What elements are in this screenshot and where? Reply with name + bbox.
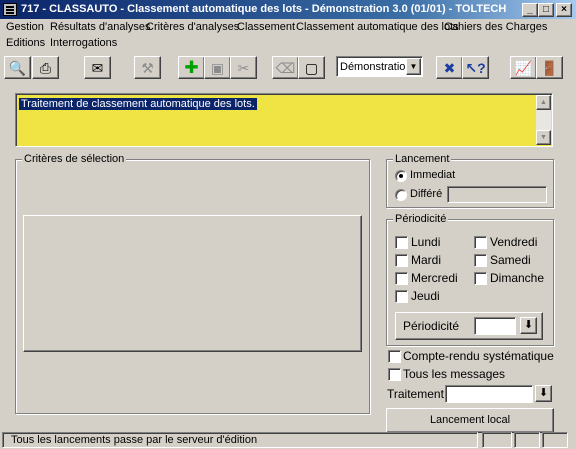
gavel-icon: ⚒ bbox=[141, 60, 154, 76]
periodicity-legend: Périodicité bbox=[393, 212, 449, 226]
deferred-label: Différé bbox=[410, 188, 443, 200]
menu-gestion[interactable]: Gestion bbox=[6, 21, 44, 33]
label-dimanche: Dimanche bbox=[490, 271, 545, 285]
menu-interrogations[interactable]: Interrogations bbox=[50, 37, 117, 49]
envelope-icon: ✉ bbox=[91, 60, 104, 76]
menu-classement-automatique[interactable]: Classement automatique des lots bbox=[296, 21, 459, 33]
site-select-value: Démonstration 3.0 bbox=[340, 61, 408, 73]
criteria-group: Critères de sélection bbox=[15, 152, 370, 414]
label-vendredi: Vendredi bbox=[490, 235, 538, 249]
title-bar: 717 - CLASSAUTO - Classement automatique… bbox=[0, 0, 576, 19]
save-button[interactable]: ▣ bbox=[204, 56, 231, 79]
scissors-icon: ✂ bbox=[237, 60, 250, 76]
status-panel-1 bbox=[482, 432, 512, 448]
exit-button[interactable]: 🚪 bbox=[536, 56, 563, 79]
status-panel-3 bbox=[542, 432, 568, 448]
new-page-icon: ▢ bbox=[304, 60, 319, 76]
deferred-date-field[interactable] bbox=[447, 186, 547, 203]
maximize-button[interactable]: □ bbox=[538, 3, 554, 17]
status-bar: Tous les lancements passe par le serveur… bbox=[0, 431, 576, 449]
description-box[interactable]: Traitement de classement automatique des… bbox=[15, 93, 553, 147]
print-button[interactable]: ⎙ bbox=[32, 56, 59, 79]
graph-icon: 📈 bbox=[514, 60, 533, 76]
periodicity-dropdown-icon[interactable]: ⬇ bbox=[520, 317, 537, 334]
close-button[interactable]: × bbox=[556, 3, 572, 17]
new-page-button[interactable]: ▢ bbox=[298, 56, 325, 79]
processing-label: Traitement bbox=[387, 387, 444, 401]
status-panel-2 bbox=[514, 432, 540, 448]
report-label: Compte-rendu systématique bbox=[403, 349, 554, 363]
processing-field[interactable] bbox=[445, 385, 533, 403]
immediate-radio[interactable] bbox=[395, 170, 407, 182]
processing-dropdown-icon[interactable]: ⬇ bbox=[535, 385, 552, 402]
eraser-icon: ⌫ bbox=[275, 60, 296, 76]
label-samedi: Samedi bbox=[490, 253, 531, 267]
deferred-radio[interactable] bbox=[395, 189, 407, 201]
periodicity-sub-panel: Périodicité ⬇ bbox=[395, 312, 543, 340]
checkbox-lundi[interactable] bbox=[395, 236, 408, 249]
erase-button[interactable]: ⌫ bbox=[272, 56, 299, 79]
scroll-up-icon[interactable]: ▲ bbox=[536, 95, 551, 110]
judge-button[interactable]: ⚒ bbox=[134, 56, 161, 79]
periodicity-field[interactable] bbox=[474, 317, 516, 335]
add-button[interactable]: ✚ bbox=[178, 56, 205, 79]
cut-button[interactable]: ✂ bbox=[230, 56, 257, 79]
menu-classement[interactable]: Classement bbox=[237, 21, 295, 33]
chevron-down-icon[interactable]: ▼ bbox=[406, 58, 421, 75]
description-scrollbar[interactable]: ▲ ▼ bbox=[536, 95, 551, 145]
description-text: Traitement de classement automatique des… bbox=[19, 98, 257, 110]
zoom-icon: 🔍 bbox=[8, 60, 27, 76]
tools-button[interactable]: ✖ bbox=[436, 56, 463, 79]
menu-editions[interactable]: Editions bbox=[6, 37, 45, 49]
launch-group: Lancement Immediat Différé bbox=[386, 152, 554, 208]
printer-icon: ⎙ bbox=[39, 60, 52, 76]
label-mercredi: Mercredi bbox=[411, 271, 458, 285]
checkbox-vendredi[interactable] bbox=[474, 236, 487, 249]
help-icon: ↖? bbox=[465, 60, 486, 76]
status-message: Tous les lancements passe par le serveur… bbox=[2, 432, 478, 448]
mail-button[interactable]: ✉ bbox=[84, 56, 111, 79]
window-title: 717 - CLASSAUTO - Classement automatique… bbox=[21, 3, 507, 15]
save-icon: ▣ bbox=[210, 60, 225, 76]
menu-bar: Gestion Résultats d'analyses Critères d'… bbox=[0, 19, 576, 53]
checkbox-mercredi[interactable] bbox=[395, 272, 408, 285]
all-messages-label: Tous les messages bbox=[403, 367, 506, 381]
add-icon: ✚ bbox=[184, 58, 199, 77]
label-mardi: Mardi bbox=[411, 253, 442, 267]
checkbox-mardi[interactable] bbox=[395, 254, 408, 267]
label-jeudi: Jeudi bbox=[411, 289, 440, 303]
checkbox-samedi[interactable] bbox=[474, 254, 487, 267]
criteria-legend: Critères de sélection bbox=[22, 152, 127, 166]
graph-button[interactable]: 📈 bbox=[510, 56, 537, 79]
app-icon bbox=[3, 3, 17, 16]
label-lundi: Lundi bbox=[411, 235, 441, 249]
help-button[interactable]: ↖? bbox=[462, 56, 489, 79]
checkbox-dimanche[interactable] bbox=[474, 272, 487, 285]
checkbox-all-messages[interactable] bbox=[388, 368, 401, 381]
launch-legend: Lancement bbox=[393, 152, 452, 166]
zoom-button[interactable]: 🔍 bbox=[4, 56, 31, 79]
checkbox-report[interactable] bbox=[388, 350, 401, 363]
periodicity-group: Périodicité Lundi Mardi Mercredi Jeudi V… bbox=[386, 212, 554, 346]
tools-icon: ✖ bbox=[443, 60, 456, 76]
launch-local-button[interactable]: Lancement local bbox=[386, 408, 554, 433]
menu-criteres-analyses[interactable]: Critères d'analyses bbox=[146, 21, 239, 33]
scroll-down-icon[interactable]: ▼ bbox=[536, 130, 551, 145]
exit-door-icon: 🚪 bbox=[540, 60, 559, 76]
minimize-button[interactable]: _ bbox=[522, 3, 538, 17]
criteria-panel bbox=[23, 215, 362, 352]
menu-resultats-analyses[interactable]: Résultats d'analyses bbox=[50, 21, 151, 33]
toolbar: 🔍 ⎙ ✉ ⚒ ✚ ▣ ✂ ⌫ ▢ Démonstration 3.0 ▼ ✖ … bbox=[2, 55, 574, 80]
periodicity-label: Périodicité bbox=[403, 319, 460, 333]
menu-cahiers-charges[interactable]: Cahiers des Charges bbox=[444, 21, 547, 33]
immediate-label: Immediat bbox=[410, 169, 456, 181]
site-select[interactable]: Démonstration 3.0 ▼ bbox=[336, 56, 423, 77]
checkbox-jeudi[interactable] bbox=[395, 290, 408, 303]
